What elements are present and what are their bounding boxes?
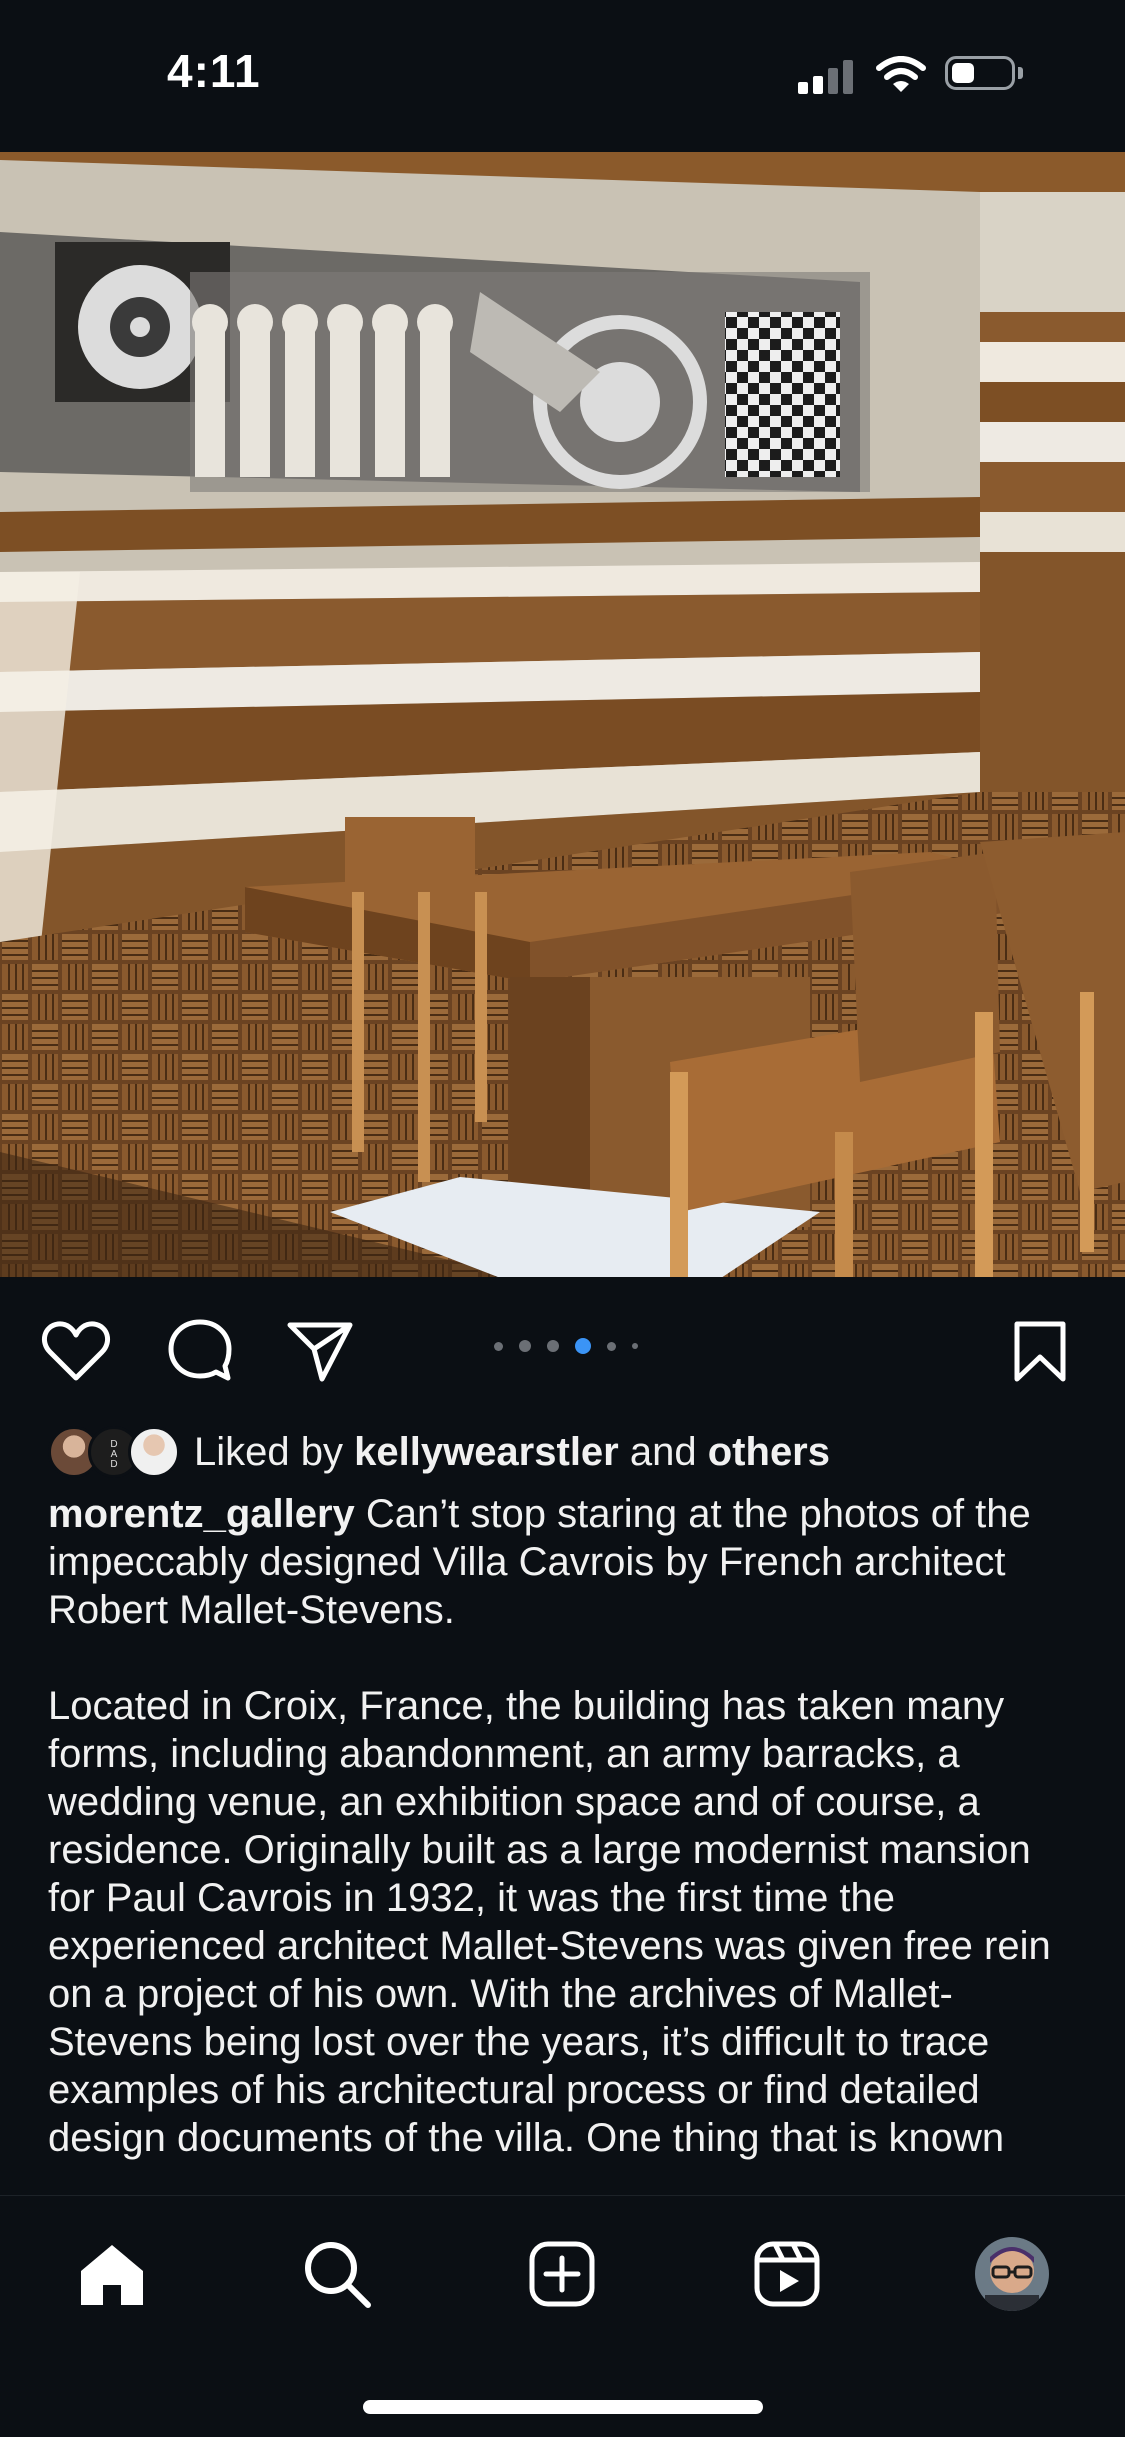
caption-username[interactable]: morentz_gallery: [48, 1492, 355, 1536]
save-button[interactable]: [1000, 1316, 1080, 1386]
cellular-signal-icon: [798, 58, 858, 94]
carousel-dot: [607, 1341, 616, 1351]
comment-button[interactable]: [160, 1316, 240, 1386]
liker-avatar-3: [128, 1426, 180, 1478]
caption-paragraph-1: morentz_gallery Can’t stop staring at th…: [48, 1490, 1078, 1634]
status-bar: 4:11: [0, 0, 1125, 150]
home-indicator[interactable]: [363, 2400, 763, 2414]
svg-text:D: D: [110, 1459, 117, 1469]
post-photo[interactable]: [0, 152, 1125, 1277]
profile-avatar: [975, 2237, 1049, 2311]
carousel-dot: [494, 1341, 503, 1351]
wifi-icon: [876, 56, 926, 99]
heart-icon: [41, 1321, 111, 1381]
battery-icon: [945, 56, 1025, 94]
carousel-dot: [547, 1340, 559, 1352]
status-time: 4:11: [167, 45, 261, 97]
carousel-dot: [519, 1340, 531, 1352]
likes-others-link[interactable]: others: [708, 1430, 830, 1474]
share-button[interactable]: [280, 1316, 360, 1386]
tab-home[interactable]: [72, 2234, 152, 2314]
likes-joiner: and: [629, 1429, 697, 1474]
like-button[interactable]: [36, 1316, 116, 1386]
tab-reels[interactable]: [747, 2234, 827, 2314]
tab-create[interactable]: [522, 2234, 602, 2314]
caption-paragraph-2: Located in Croix, France, the building h…: [48, 1684, 1051, 2160]
send-icon: [287, 1322, 353, 1382]
carousel-dot: [632, 1343, 638, 1349]
likes-text: Liked by kellywearstler and others: [194, 1430, 830, 1475]
comment-icon: [168, 1319, 232, 1381]
search-icon: [305, 2242, 371, 2308]
bookmark-icon: [1014, 1321, 1066, 1382]
likes-summary[interactable]: DAD Liked by kellywearstler and others: [48, 1422, 830, 1482]
tab-profile[interactable]: [972, 2234, 1052, 2314]
post-caption: morentz_gallery Can’t stop staring at th…: [48, 1490, 1078, 2162]
create-icon: [529, 2241, 595, 2307]
home-icon: [81, 2245, 143, 2305]
liker-username[interactable]: kellywearstler: [354, 1430, 619, 1474]
likes-prefix: Liked by: [194, 1429, 343, 1474]
liker-avatars: DAD: [48, 1424, 184, 1480]
carousel-indicator: [494, 1336, 638, 1356]
tab-search[interactable]: [297, 2234, 377, 2314]
carousel-dot-active: [575, 1338, 591, 1354]
reels-icon: [754, 2241, 820, 2307]
